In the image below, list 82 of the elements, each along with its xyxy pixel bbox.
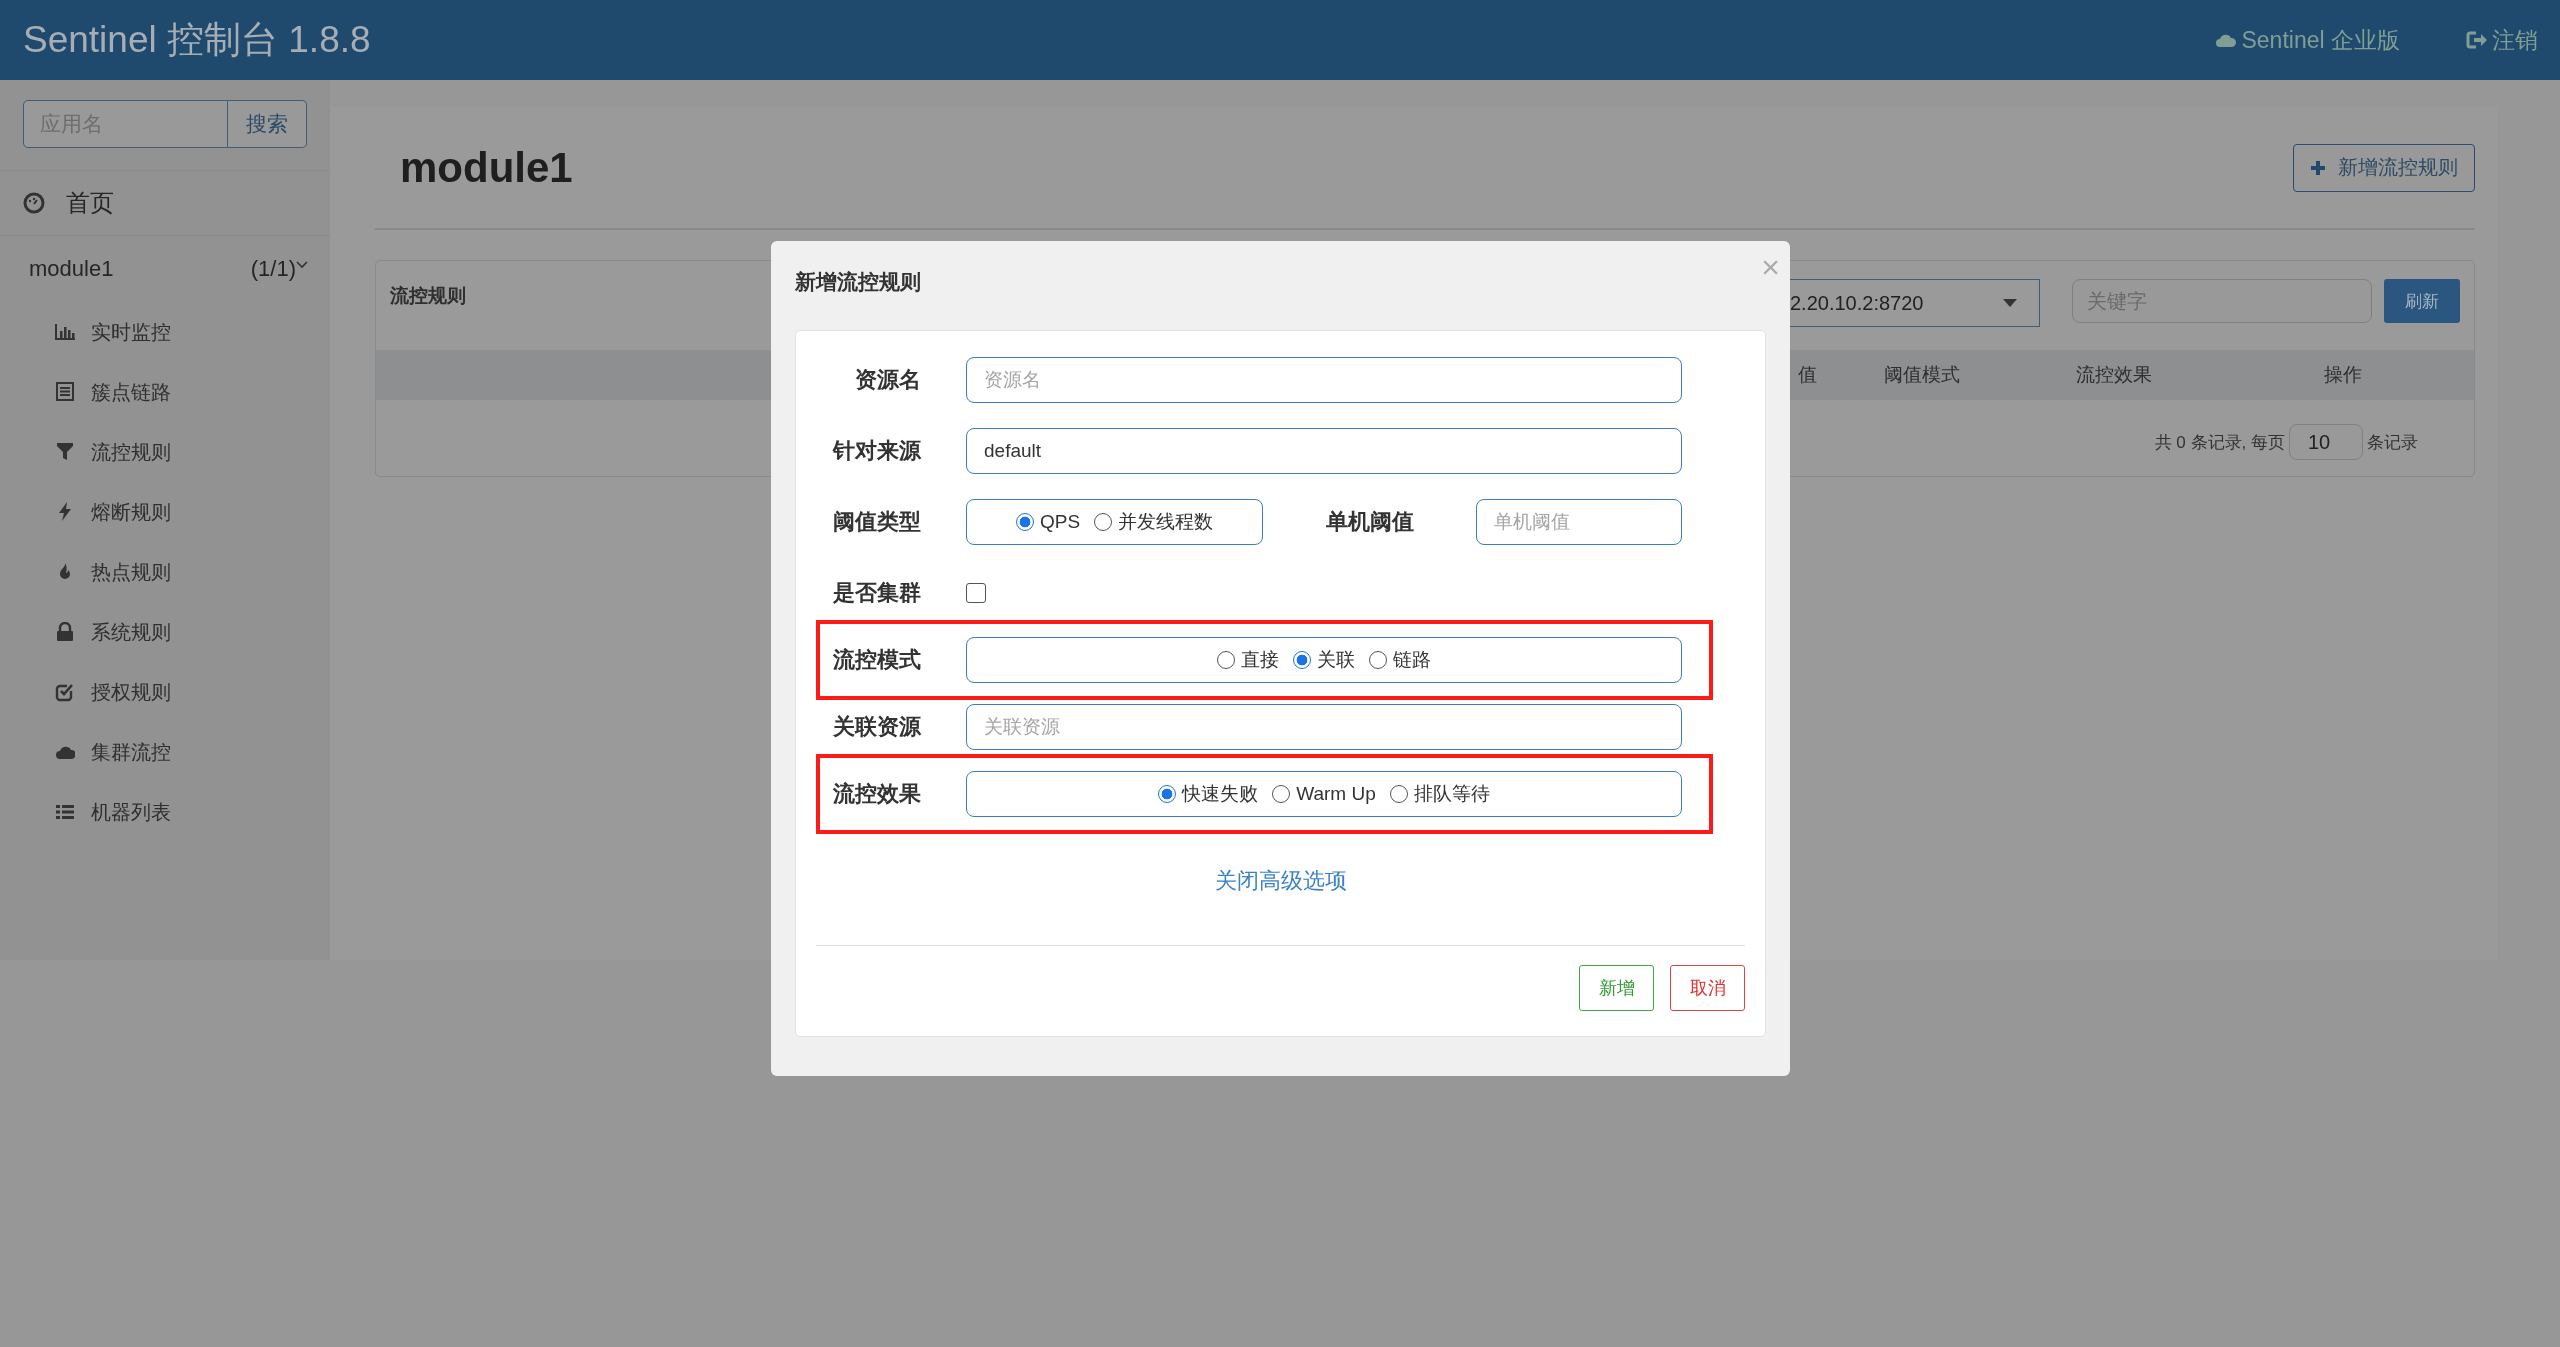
option-label: 直接 [1241,648,1279,672]
option-label: Warm Up [1296,783,1376,805]
option-label: QPS [1039,511,1081,533]
radio-option[interactable]: 快速失败 [1158,781,1259,807]
filter-icon [55,442,75,462]
option-label: 关联 [1317,648,1355,672]
radio-button[interactable] [1293,651,1311,669]
records-label: 条记录 [2367,431,2418,454]
nav-item[interactable]: 实时监控 [0,302,330,362]
nav-item[interactable]: 热点规则 [0,542,330,602]
option-label: 排队等待 [1413,782,1490,806]
radio-option[interactable]: 并发线程数 [1094,509,1214,535]
field-label: 关联资源 [832,713,921,741]
input-field[interactable]: 资源名 [966,357,1682,403]
column-header: 操作 [2324,363,2363,387]
plus-icon [2310,159,2326,176]
nav-item[interactable]: 集群流控 [0,722,330,782]
checkbox-icon [55,682,75,702]
radio-button[interactable] [1015,513,1034,531]
radio-button[interactable] [1158,785,1177,803]
input-field[interactable]: 关联资源 [966,704,1682,750]
radio-option[interactable]: QPS [1015,511,1081,533]
card-title: 流控规则 [390,284,466,308]
dialog-title: 新增流控规则 [795,269,921,295]
radio-button[interactable] [1217,651,1235,669]
radio-button[interactable] [1389,785,1408,803]
header-link[interactable]: 注销 [2466,24,2538,56]
radio-group[interactable]: QPS 并发线程数 [966,499,1263,545]
nav-item[interactable]: 流控规则 [0,422,330,482]
column-header: 阈值模式 [1884,363,1961,387]
list-icon [55,382,75,402]
nav-item[interactable]: 系统规则 [0,602,330,662]
nav-item[interactable]: 簇点链路 [0,362,330,422]
header-link[interactable]: Sentinel 企业版 [2215,24,2400,56]
app-title: Sentinel 控制台 1.8.8 [23,18,371,62]
column-header: 流控效果 [2076,363,2153,387]
lock-icon [55,622,75,642]
search-button[interactable]: 搜索 [228,100,307,148]
page-size-field[interactable]: 10 [2289,424,2363,460]
machine-select[interactable]: 2.20.10.2:8720 [1790,279,2040,327]
page-title: module1 [400,143,573,192]
dashboard-icon [23,192,45,214]
cancel-button[interactable]: 取消 [1670,965,1745,1011]
field-label: 针对来源 [831,437,921,465]
list-icon [55,802,75,822]
nav-item[interactable]: 机器列表 [0,782,330,842]
radio-button[interactable] [1094,513,1113,531]
option-label: 链路 [1393,648,1431,672]
radio-button[interactable] [1369,651,1387,669]
radio-group[interactable]: 快速失败 Warm Up 排队等待 [966,771,1682,817]
nav-item[interactable]: 授权规则 [0,662,330,722]
toggle-link[interactable]: 关闭高级选项 [1214,866,1347,945]
field-label: 阈值类型 [832,508,921,536]
radio-option[interactable]: 关联 [1293,647,1355,673]
nav-item[interactable]: 熔断规则 [0,482,330,542]
logout-icon [2466,30,2488,50]
option-label: 并发线程数 [1118,510,1214,534]
column-header: 值 [1797,363,1818,387]
field-label: 流控效果 [832,780,921,808]
add-button[interactable]: 新增 [1579,965,1654,1011]
radio-option[interactable]: 链路 [1369,647,1431,673]
radio-option[interactable]: 直接 [1217,647,1279,673]
input-field[interactable]: default [966,428,1682,474]
radio-button[interactable] [1272,785,1291,803]
radio-option[interactable]: Warm Up [1272,783,1376,805]
radio-group[interactable]: 直接 关联 链路 [966,637,1682,683]
input-field[interactable]: 单机阈值 [1476,499,1682,545]
instance-count: (1/1) [250,256,296,282]
record-count: 共 0 条记录, 每页 [2154,431,2285,454]
field-label: 单机阈值 [1324,508,1415,536]
app-name[interactable]: module1 [29,256,251,282]
add-rule-button[interactable]: 新增流控规则 [2293,143,2475,192]
field-label: 是否集群 [832,579,921,607]
radio-option[interactable]: 排队等待 [1389,781,1490,807]
caret-icon [2003,299,2017,307]
field-label: 资源名 [854,366,921,394]
chart-icon [55,322,75,342]
field-label: 流控模式 [832,646,921,674]
refresh-button[interactable]: 刷新 [2384,279,2460,323]
cloud-icon [2215,32,2238,48]
option-label: 快速失败 [1182,782,1259,806]
checkbox[interactable] [966,583,986,603]
